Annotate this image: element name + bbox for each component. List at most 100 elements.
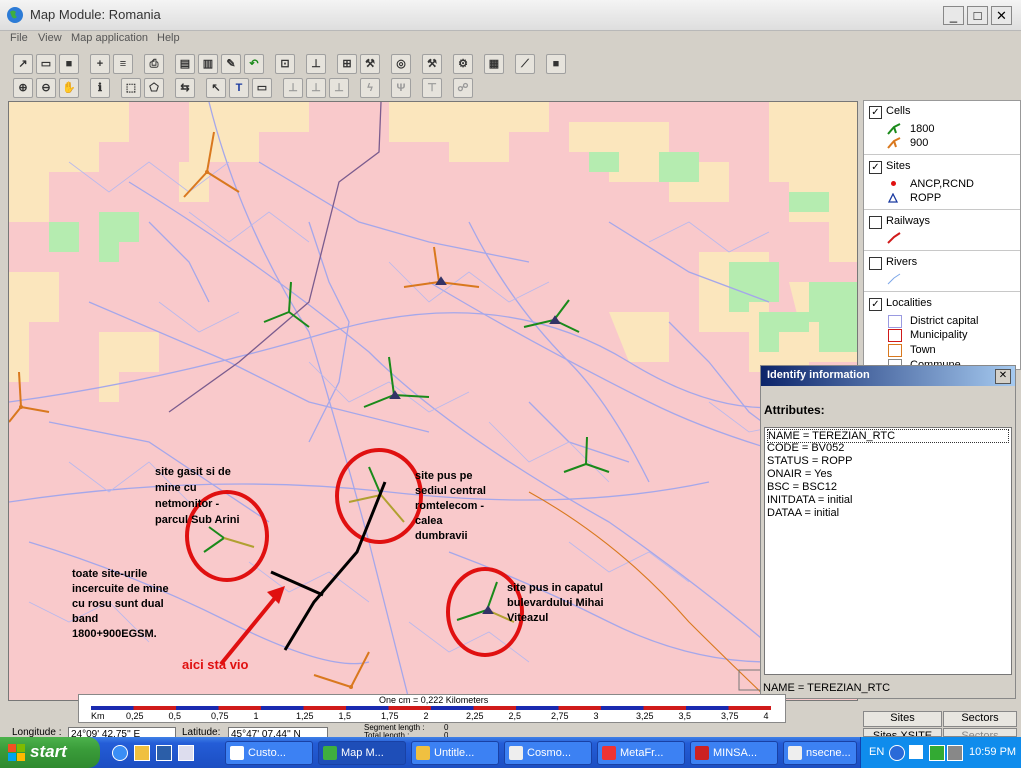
menu-help[interactable]: Help [157, 32, 180, 44]
zoom-out-icon[interactable]: ⊖ [36, 78, 56, 98]
tab-sites[interactable]: Sites [863, 711, 942, 727]
open-icon[interactable]: ▭ [36, 54, 56, 74]
desktop-icon[interactable] [156, 745, 172, 761]
square-icon [888, 315, 902, 328]
layers-icon[interactable]: ≡ [113, 54, 133, 74]
layer-pen-icon[interactable]: ✎ [221, 54, 241, 74]
text-icon[interactable]: T [229, 78, 249, 98]
scale-tick-label: 0,25 [126, 711, 144, 721]
layer-edit-icon[interactable]: ▤ [175, 54, 195, 74]
sites-checkbox[interactable]: ✓ [869, 161, 882, 174]
hammer-icon[interactable]: ⚒ [422, 54, 442, 74]
gear-icon[interactable]: ⚙ [453, 54, 473, 74]
calculator-icon[interactable]: ▦ [484, 54, 504, 74]
menu-view[interactable]: View [38, 32, 62, 44]
zoom-box-icon[interactable]: ⊡ [275, 54, 295, 74]
ie-icon[interactable] [112, 745, 128, 761]
cell-site-romtelecom [348, 466, 405, 523]
language-indicator[interactable]: EN [869, 746, 884, 758]
task-map-module[interactable]: Map M... [318, 741, 406, 765]
grid-icon[interactable]: ⊞ [337, 54, 357, 74]
attribute-row-name[interactable]: NAME = TEREZIAN_RTC [767, 429, 1009, 443]
identify-dialog[interactable]: Identify information ✕ Attributes: NAME … [760, 365, 1016, 699]
info-icon[interactable]: ℹ [90, 78, 110, 98]
antenna-icon[interactable]: Ψ [391, 78, 411, 98]
attribute-row-bsc[interactable]: BSC = BSC12 [767, 481, 837, 493]
save-icon[interactable]: ■ [59, 54, 79, 74]
attribute-row-status[interactable]: STATUS = ROPP [767, 455, 852, 467]
exit-icon[interactable]: ↗ [13, 54, 33, 74]
attributes-label: Attributes: [764, 403, 825, 417]
railways-checkbox[interactable] [869, 216, 882, 229]
network-icon[interactable]: ☍ [453, 78, 473, 98]
cell-900-icon [887, 137, 901, 149]
zoom-in-icon[interactable]: ⊕ [13, 78, 33, 98]
back-icon[interactable] [889, 745, 905, 761]
move-icon[interactable]: ⇆ [175, 78, 195, 98]
pan-hand-icon[interactable]: ✋ [59, 78, 79, 98]
tray-icon[interactable] [947, 745, 963, 761]
print-icon[interactable]: ⎙ [144, 54, 164, 74]
task-untitled[interactable]: Untitle... [411, 741, 499, 765]
rivers-checkbox[interactable] [869, 257, 882, 270]
attribute-row-onair[interactable]: ONAIR = Yes [767, 468, 832, 480]
menu-map-application[interactable]: Map application [71, 32, 148, 44]
cells-checkbox[interactable]: ✓ [869, 106, 882, 119]
start-button[interactable]: start [0, 737, 100, 768]
notepad-icon[interactable] [178, 745, 194, 761]
tab-sectors-xsite[interactable]: Sectors [943, 728, 1017, 737]
identify-title-bar[interactable]: Identify information ✕ [761, 366, 1015, 386]
network-tray-icon[interactable] [909, 745, 923, 759]
stop-icon[interactable]: ■ [546, 54, 566, 74]
task-metaframe[interactable]: MetaFr... [597, 741, 685, 765]
add-layer-icon[interactable]: + [90, 54, 110, 74]
task-custo[interactable]: Custo... [225, 741, 313, 765]
attributes-list[interactable]: NAME = TEREZIAN_RTC CODE = BV052 STATUS … [764, 427, 1012, 675]
tab-sites-xsite[interactable]: Sites XSITE [863, 728, 942, 737]
app-icon [695, 746, 709, 760]
scale-tick-label: 1,25 [296, 711, 314, 721]
river-icon [887, 273, 901, 285]
close-button[interactable]: ✕ [991, 6, 1012, 25]
annotation-bulevard: site pus in capatul bulevardului Mihai V… [507, 582, 604, 624]
attribute-row-initdata[interactable]: INITDATA = initial [767, 494, 852, 506]
lightning-icon[interactable]: ϟ [360, 78, 380, 98]
attribute-row-code[interactable]: CODE = BV052 [767, 442, 844, 454]
minimize-button[interactable]: _ [943, 6, 964, 25]
tab-sectors[interactable]: Sectors [943, 711, 1017, 727]
localities-checkbox[interactable]: ✓ [869, 298, 882, 311]
measure-icon[interactable]: ⟋ [515, 54, 535, 74]
attribute-row-dataa[interactable]: DATAA = initial [767, 507, 839, 519]
map-canvas[interactable]: site gasit si de mine cu netmonitor - pa… [8, 101, 858, 701]
layer-stack-icon[interactable]: ▥ [198, 54, 218, 74]
square-icon [888, 344, 902, 357]
site-add-icon[interactable]: ⊥ [283, 78, 303, 98]
scale-tick-label: 2 [423, 711, 429, 721]
task-minsa[interactable]: MINSA... [690, 741, 778, 765]
outlook-icon[interactable] [134, 745, 150, 761]
start-label: start [30, 742, 67, 761]
site-edit-icon[interactable]: ⊥ [306, 78, 326, 98]
maximize-button[interactable]: □ [967, 6, 988, 25]
site-delete-icon[interactable]: ⊥ [329, 78, 349, 98]
title-bar[interactable]: Map Module: Romania _ □ ✕ [0, 0, 1021, 31]
site-icon[interactable]: ⊥ [306, 54, 326, 74]
task-cosmo[interactable]: Cosmo... [504, 741, 592, 765]
label-icon[interactable]: ▭ [252, 78, 272, 98]
undo-icon[interactable]: ↶ [244, 54, 264, 74]
app-icon [230, 746, 244, 760]
tower-icon[interactable]: ⊤ [422, 78, 442, 98]
select-poly-icon[interactable]: ⬠ [144, 78, 164, 98]
pointer-icon[interactable]: ↖ [206, 78, 226, 98]
scale-tick-label: 2,75 [551, 711, 569, 721]
menu-file[interactable]: File [10, 32, 28, 44]
system-tray: EN 10:59 PM [860, 737, 1021, 768]
cell-site-bulevard [456, 581, 515, 623]
binoculars-icon[interactable]: ◎ [391, 54, 411, 74]
tools-icon[interactable]: ⚒ [360, 54, 380, 74]
vnc-tray-icon[interactable] [929, 745, 945, 761]
select-rect-icon[interactable]: ⬚ [121, 78, 141, 98]
paint-icon [416, 746, 430, 760]
task-nsecne[interactable]: nsecne... [783, 741, 857, 765]
identify-close-button[interactable]: ✕ [995, 369, 1011, 384]
